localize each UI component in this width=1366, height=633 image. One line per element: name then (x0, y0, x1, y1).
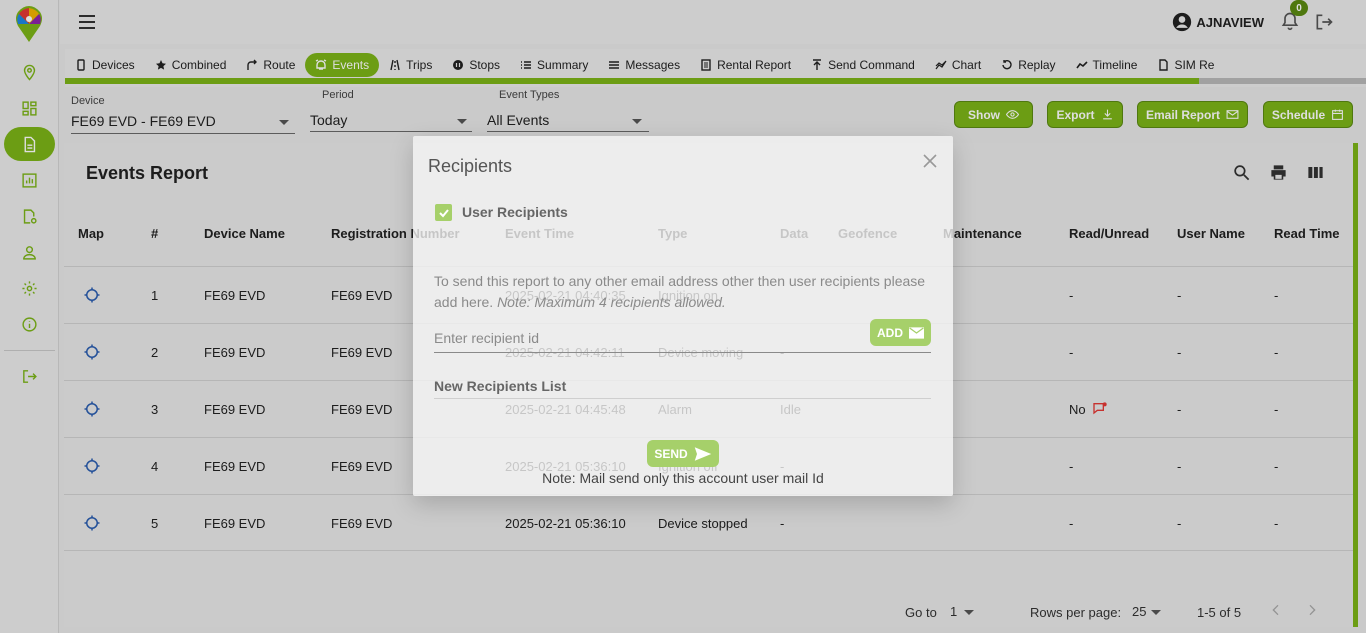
new-recipients-heading: New Recipients List (434, 378, 567, 394)
mail-icon (909, 326, 924, 339)
dialog-bottom-note: Note: Mail send only this account user m… (542, 470, 824, 486)
user-recipients-label: User Recipients (462, 204, 568, 220)
dialog-title: Recipients (428, 156, 513, 176)
send-icon (694, 446, 711, 461)
info-note: Note: Maximum 4 recipients allowed. (497, 294, 726, 310)
user-recipients-checkbox[interactable] (435, 204, 452, 221)
check-icon (438, 208, 449, 217)
dialog-info-text: To send this report to any other email a… (434, 271, 934, 313)
add-recipient-button[interactable]: ADD (870, 319, 931, 346)
send-button[interactable]: SEND (647, 440, 719, 467)
send-label: SEND (654, 446, 688, 461)
add-label: ADD (877, 325, 903, 340)
recipients-list (434, 398, 931, 399)
recipient-input[interactable]: Enter recipient id (434, 330, 539, 346)
close-icon[interactable] (923, 154, 937, 168)
recipient-input-underline (434, 352, 931, 353)
recipients-dialog: Recipients User Recipients To send this … (413, 136, 953, 496)
